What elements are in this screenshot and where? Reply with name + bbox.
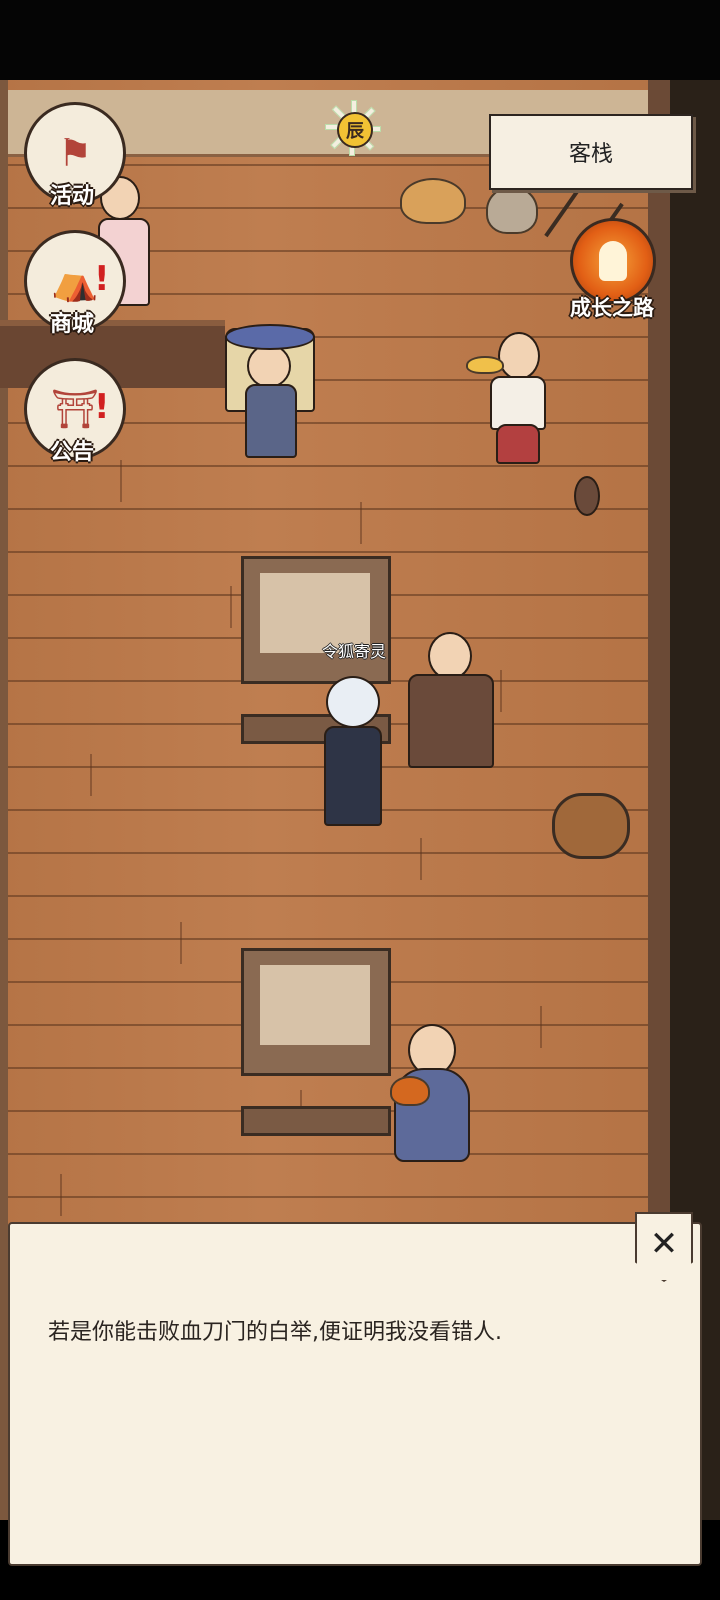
plank-seam [60, 1174, 62, 1216]
notice-alert-icon: ! [94, 387, 110, 427]
npc-waiter[interactable] [466, 332, 556, 466]
npc-name-label: 令狐寄灵 [321, 642, 386, 661]
inn-bench [241, 1106, 391, 1136]
plank-seam [230, 586, 232, 628]
location-sign: 客栈 [489, 114, 693, 190]
close-icon: ✕ [649, 1224, 679, 1264]
npc-swordsman[interactable] [398, 616, 504, 774]
activity-flag-icon: ⚑ [57, 131, 93, 175]
stone-sack [486, 186, 538, 234]
status-bar [0, 0, 720, 80]
player-character[interactable] [318, 676, 384, 828]
shop-alert-icon: ! [94, 259, 110, 299]
npc-weapon-merchant[interactable] [205, 300, 325, 460]
weapon-rack [568, 476, 604, 542]
growth-path-label: 成长之路 [570, 296, 654, 320]
grain-sack [400, 178, 466, 224]
plank-seam [540, 1006, 542, 1048]
inn-table [241, 556, 391, 684]
plank-seam [120, 460, 122, 502]
growth-path-icon [599, 241, 627, 281]
shop-stall-icon: ⛺ [51, 258, 99, 303]
notice-label: 公告 [49, 440, 94, 465]
npc-fat-man[interactable] [390, 1018, 470, 1164]
shop-label: 商城 [49, 312, 94, 337]
wine-barrel [552, 793, 630, 859]
plank-seam [90, 754, 92, 796]
time-indicator: 辰 [325, 100, 381, 156]
plank-seam [420, 838, 422, 880]
nav-bar [0, 1568, 720, 1600]
notice-board-icon: ⛩ [50, 386, 100, 431]
plank-seam [180, 922, 182, 964]
left-wall [0, 80, 8, 1520]
sun-icon: 辰 [337, 112, 373, 148]
plank-seam [360, 502, 362, 544]
activity-label: 活动 [49, 184, 94, 209]
dialog-text: 若是你能击败血刀门的白举,便证明我没看错人. [48, 1320, 502, 1345]
dialog-box[interactable]: 若是你能击败血刀门的白举,便证明我没看错人. [8, 1222, 702, 1566]
inn-table [241, 948, 391, 1076]
